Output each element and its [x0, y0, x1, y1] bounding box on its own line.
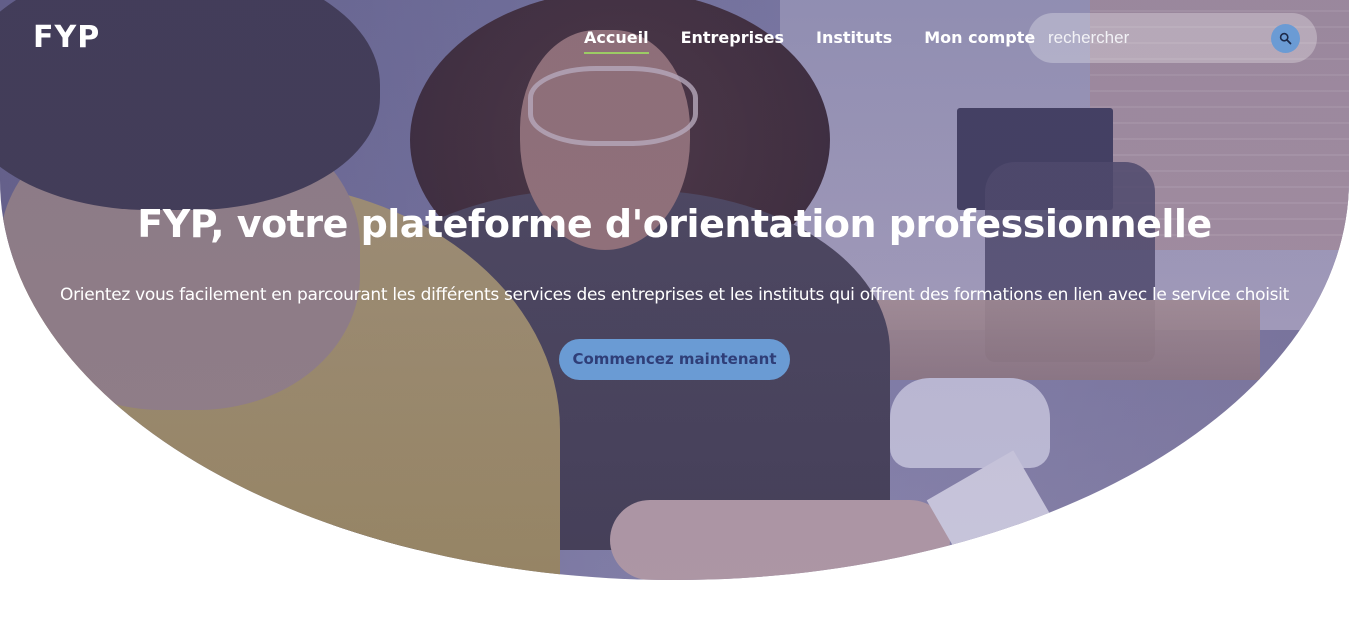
- get-started-button[interactable]: Commencez maintenant: [559, 339, 790, 380]
- nav-item-entreprises[interactable]: Entreprises: [681, 28, 784, 54]
- hero-section: FYP, votre plateforme d'orientation prof…: [0, 0, 1349, 580]
- page: FYP, votre plateforme d'orientation prof…: [0, 0, 1349, 634]
- site-header: FYP Accueil Entreprises Instituts Mon co…: [0, 0, 1349, 76]
- hero-title: FYP, votre plateforme d'orientation prof…: [137, 202, 1212, 246]
- search-icon: [1279, 32, 1292, 45]
- nav-item-mon-compte[interactable]: Mon compte: [924, 28, 1035, 54]
- main-nav: Accueil Entreprises Instituts Mon compte: [584, 28, 1067, 54]
- search-bar: [1028, 13, 1317, 63]
- nav-item-instituts[interactable]: Instituts: [816, 28, 892, 54]
- logo[interactable]: FYP: [33, 21, 100, 55]
- hero-subtitle: Orientez vous facilement en parcourant l…: [60, 285, 1289, 305]
- search-input[interactable]: [1046, 24, 1270, 52]
- nav-item-accueil[interactable]: Accueil: [584, 28, 649, 54]
- search-button[interactable]: [1271, 24, 1300, 53]
